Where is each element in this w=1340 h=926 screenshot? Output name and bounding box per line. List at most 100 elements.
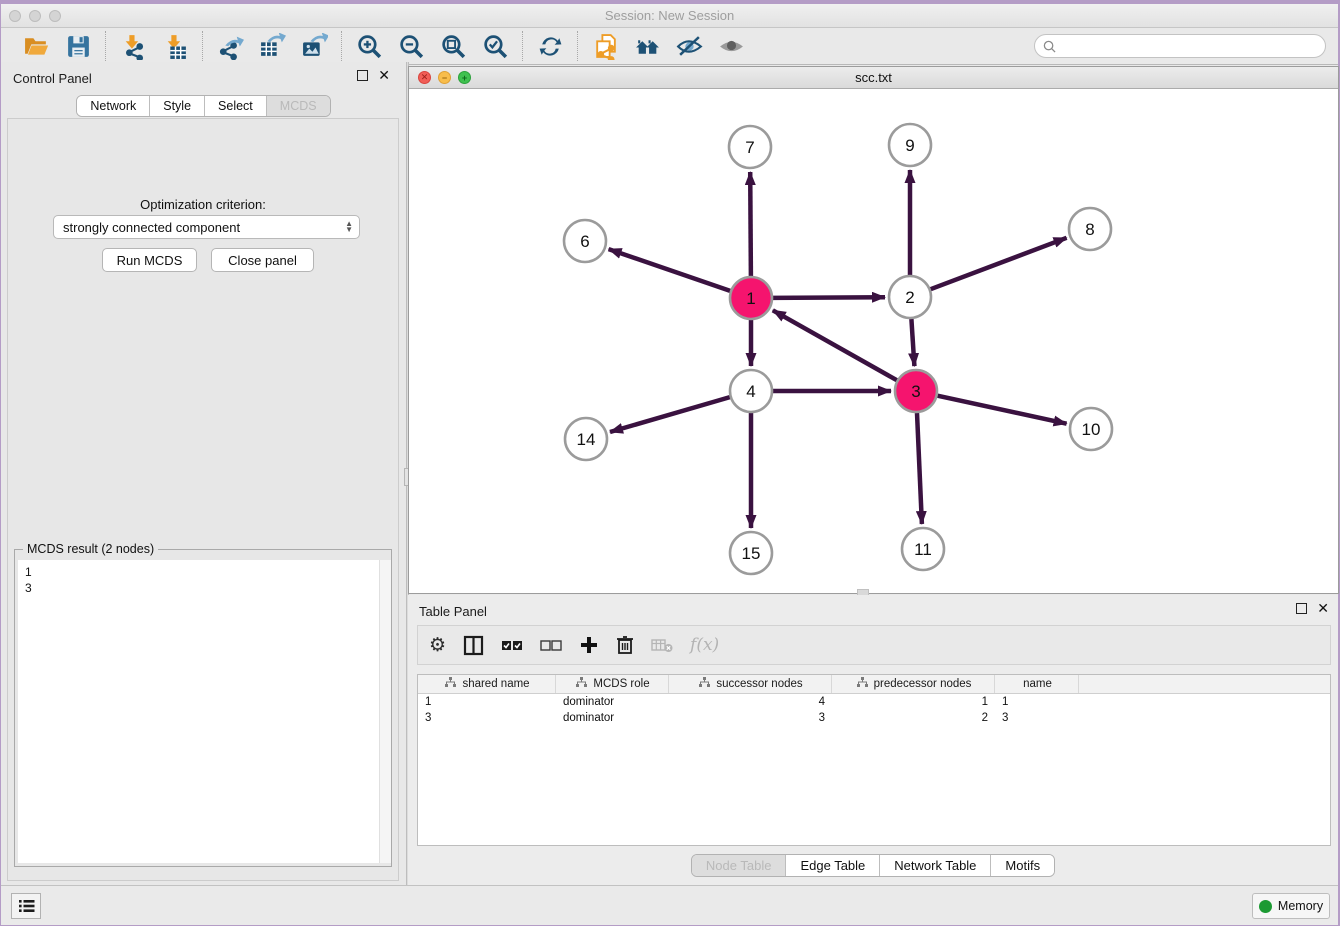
graph-node-9[interactable]: 9 [889,124,931,166]
graph-node-15[interactable]: 15 [730,532,772,574]
new-network-from-selection-icon[interactable] [590,32,620,60]
zoom-selected-icon[interactable] [480,32,510,60]
column-header-name[interactable]: name [995,675,1079,693]
select-all-icon[interactable] [501,638,523,652]
table-row-1: 1dominator411 [418,694,1330,710]
toggle-columns-icon[interactable] [463,635,484,656]
export-table-icon[interactable] [257,32,287,60]
cell-successor-nodes[interactable]: 4 [669,694,832,710]
table-panel: Table Panel ✕ ⚙ [408,595,1338,885]
cell-MCDS-role[interactable]: dominator [556,710,669,726]
network-window-titlebar[interactable]: ✕ − + scc.txt [409,67,1338,89]
column-header-predecessor-nodes[interactable]: predecessor nodes [832,675,995,693]
cell-predecessor-nodes[interactable]: 1 [832,694,995,710]
float-panel-icon[interactable] [357,70,368,81]
column-header-successor-nodes[interactable]: successor nodes [669,675,832,693]
graph-node-11[interactable]: 11 [902,528,944,570]
cell-name[interactable]: 3 [995,710,1079,726]
result-scrollbar[interactable] [379,560,391,863]
node-label: 8 [1085,220,1094,239]
edge-1-6[interactable] [609,249,731,291]
function-builder-icon: f(x) [690,635,719,655]
table-tab-edge-table[interactable]: Edge Table [785,855,879,876]
ndex-home-icon[interactable] [632,32,662,60]
table-tab-network-table[interactable]: Network Table [879,855,990,876]
tree-icon [699,677,710,691]
close-panel-button[interactable]: Close panel [211,248,314,272]
edge-4-14[interactable] [610,397,730,432]
table-tab-node-table[interactable]: Node Table [692,855,786,876]
graph-node-3[interactable]: 3 [895,370,937,412]
search-box[interactable] [1034,34,1326,58]
tab-select[interactable]: Select [204,96,266,116]
node-label: 6 [580,232,589,251]
edge-1-7[interactable] [750,172,751,276]
tab-style[interactable]: Style [149,96,204,116]
import-table-icon[interactable] [160,32,190,60]
column-header-shared-name[interactable]: shared name [418,675,556,693]
zoom-in-icon[interactable] [354,32,384,60]
control-panel: Control Panel ✕ NetworkStyleSelectMCDS O… [1,62,406,885]
memory-button[interactable]: Memory [1252,893,1330,919]
deselect-all-icon[interactable] [540,638,562,652]
cell-successor-nodes[interactable]: 3 [669,710,832,726]
edge-3-11[interactable] [917,413,922,524]
run-mcds-button[interactable]: Run MCDS [102,248,197,272]
search-icon [1043,40,1056,53]
column-header-MCDS-role[interactable]: MCDS role [556,675,669,693]
edge-2-3[interactable] [911,319,914,366]
close-table-panel-icon[interactable]: ✕ [1317,603,1329,614]
control-panel-title: Control Panel [13,71,92,86]
graph-node-14[interactable]: 14 [565,418,607,460]
graph-node-1[interactable]: 1 [730,277,772,319]
graph-node-6[interactable]: 6 [564,220,606,262]
graph-node-10[interactable]: 10 [1070,408,1112,450]
table-settings-icon[interactable]: ⚙ [429,636,446,655]
edge-2-8[interactable] [931,238,1067,289]
show-all-icon[interactable] [716,32,746,60]
graph-node-2[interactable]: 2 [889,276,931,318]
zoom-fit-icon[interactable] [438,32,468,60]
node-label: 4 [746,382,755,401]
application-window: Session: New Session Control Panel ✕ [0,0,1340,926]
cell-MCDS-role[interactable]: dominator [556,694,669,710]
import-network-icon[interactable] [118,32,148,60]
cell-shared-name[interactable]: 3 [418,710,556,726]
table-tab-motifs[interactable]: Motifs [990,855,1054,876]
node-label: 2 [905,288,914,307]
task-history-button[interactable] [11,893,41,919]
table-row-2: 3dominator323 [418,710,1330,726]
cell-shared-name[interactable]: 1 [418,694,556,710]
edge-1-2[interactable] [773,297,885,298]
delete-row-icon[interactable] [616,635,634,655]
apply-layout-icon[interactable] [535,32,565,60]
zoom-out-icon[interactable] [396,32,426,60]
graph-node-7[interactable]: 7 [729,126,771,168]
search-input[interactable] [1061,36,1325,56]
add-row-icon[interactable] [579,635,599,655]
graph-node-4[interactable]: 4 [730,370,772,412]
mcds-result-text[interactable]: 1 3 [18,560,388,863]
export-network-icon[interactable] [215,32,245,60]
cell-predecessor-nodes[interactable]: 2 [832,710,995,726]
open-file-icon[interactable] [21,32,51,60]
hide-selected-icon[interactable] [674,32,704,60]
node-label: 9 [905,136,914,155]
tab-network[interactable]: Network [77,96,149,116]
save-session-icon[interactable] [63,32,93,60]
export-image-icon[interactable] [299,32,329,60]
criterion-dropdown[interactable]: strongly connected component ▲▼ [53,215,360,239]
mcds-panel: Optimization criterion: strongly connect… [7,118,399,881]
cell-name[interactable]: 1 [995,694,1079,710]
graph-node-8[interactable]: 8 [1069,208,1111,250]
float-table-panel-icon[interactable] [1296,603,1307,614]
table-toolbar: ⚙ f(x) [417,625,1331,665]
network-canvas[interactable]: 1 2 3 4 6 7 8 9 10 11 14 15 [409,89,1338,593]
close-panel-icon[interactable]: ✕ [378,70,390,81]
tab-mcds[interactable]: MCDS [266,96,330,116]
node-label: 7 [745,138,754,157]
dropdown-stepper-icon: ▲▼ [345,221,353,233]
edge-3-10[interactable] [938,396,1067,424]
window-title: Session: New Session [1,8,1338,23]
edge-3-1[interactable] [773,310,897,380]
